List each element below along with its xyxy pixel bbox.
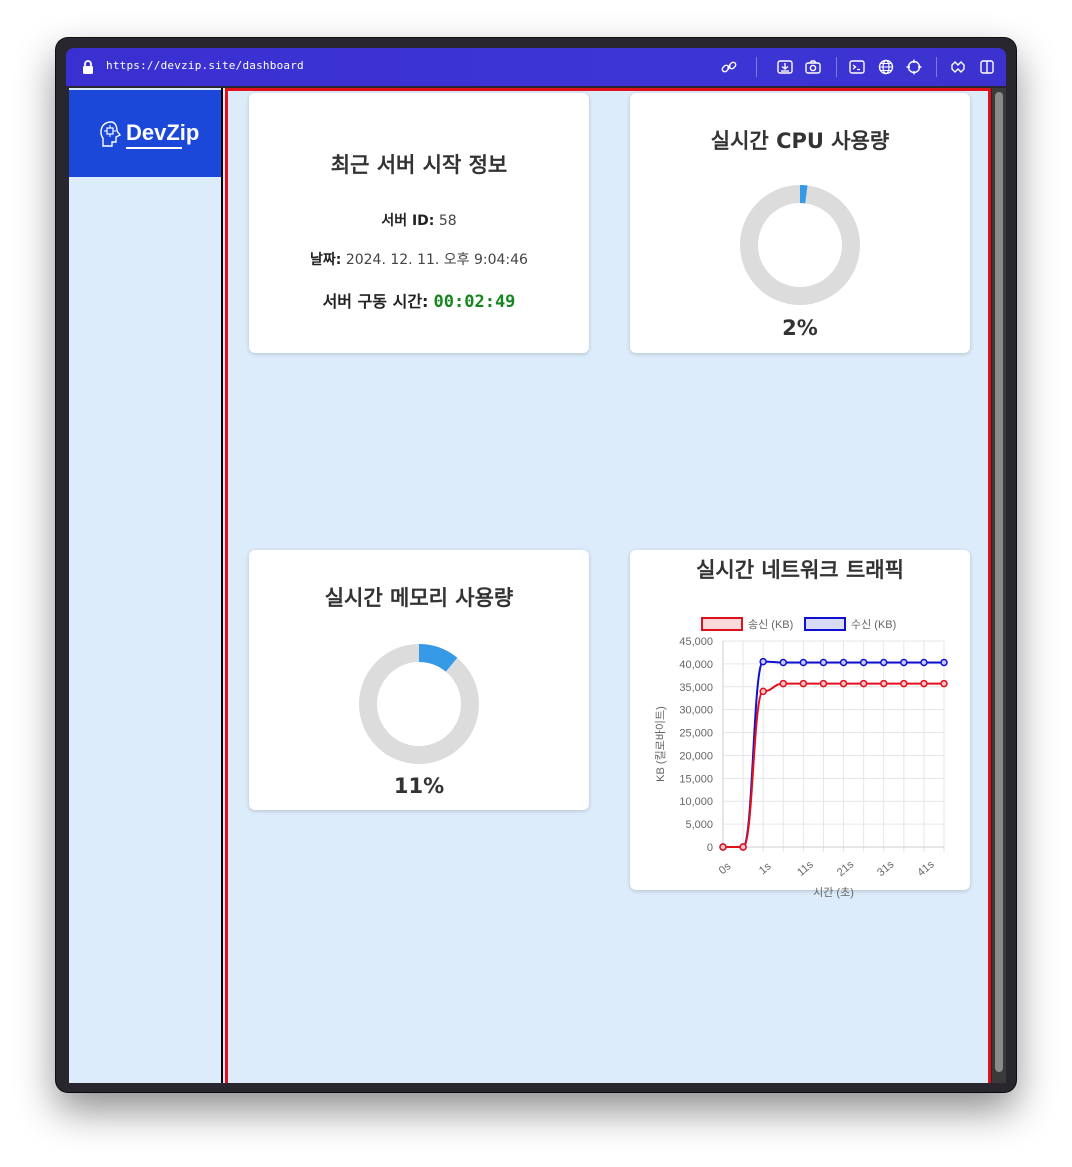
memory-card-title: 실시간 메모리 사용량 [324, 586, 514, 610]
scrollbar[interactable] [992, 88, 1006, 1083]
extension-icon[interactable] [949, 58, 967, 76]
network-traffic-card: 실시간 네트워크 트래픽 송신 (KB) 수신 (KB) 0 5,000 10,000 1… [630, 550, 970, 899]
data-point [879, 679, 888, 688]
data-point [879, 658, 888, 667]
network-line-chart: 송신 (KB) 수신 (KB) 0 5,000 10,000 15,000 20,000 25… [654, 617, 948, 899]
x-tick-label: 11s [795, 858, 816, 878]
data-point [839, 658, 848, 667]
cpu-usage-card: 실시간 CPU 사용량 2% [630, 93, 970, 353]
server-id-value: 58 [438, 213, 457, 229]
logo-text: DevZip [126, 120, 200, 145]
cpu-donut-chart [740, 185, 860, 305]
server-uptime-value: 00:02:49 [433, 292, 516, 312]
data-point [739, 843, 747, 851]
data-point [779, 679, 788, 688]
logo[interactable]: DevZip [69, 90, 221, 177]
logo-underline [126, 147, 182, 149]
data-point [719, 843, 727, 851]
link-icon[interactable] [720, 58, 738, 76]
globe-icon[interactable] [877, 58, 895, 76]
lock-icon [83, 60, 93, 74]
server-date-line: 날짜: 2024. 12. 11. 오후 9:04:46 [249, 249, 589, 269]
data-point [759, 657, 767, 666]
data-point [799, 679, 808, 688]
network-card-title: 실시간 네트워크 트래픽 [696, 558, 904, 582]
terminal-icon[interactable] [848, 58, 866, 76]
y-tick-label: 45,000 [679, 636, 713, 648]
data-point [920, 658, 928, 667]
memory-usage-card: 실시간 메모리 사용량 11% [249, 550, 589, 810]
data-point [900, 679, 908, 688]
page-viewport: DevZip 최근 서버 시작 정보 서버 ID: 58 날짜: 2024. 1… [69, 88, 991, 1083]
x-axis-title: 시간 (초) [813, 886, 854, 899]
data-point [779, 658, 788, 667]
y-tick-label: 30,000 [679, 705, 713, 717]
scrollbar-thumb[interactable] [995, 92, 1003, 1072]
y-tick-label: 40,000 [679, 659, 713, 671]
server-id-label: 서버 ID: [381, 213, 435, 229]
y-tick-label: 5,000 [685, 819, 713, 831]
dashboard-main: 최근 서버 시작 정보 서버 ID: 58 날짜: 2024. 12. 11. … [225, 88, 991, 1083]
x-tick-label: 0s [717, 860, 734, 877]
browser-window: https://devzip.site/dashboard DevZip 최근 … [56, 38, 1016, 1092]
y-axis-title: KB (킬로바이트) [654, 706, 667, 782]
legend-label: 수신 (KB) [851, 618, 896, 631]
data-point [900, 658, 908, 667]
server-card-title: 최근 서버 시작 정보 [330, 153, 508, 177]
server-date-label: 날짜: [310, 252, 342, 268]
data-point [799, 658, 808, 667]
data-point [859, 679, 868, 688]
legend-label: 송신 (KB) [748, 618, 793, 631]
download-screenshot-icon[interactable] [776, 58, 794, 76]
cpu-card-title: 실시간 CPU 사용량 [710, 129, 890, 153]
sidebar: DevZip [69, 88, 223, 1083]
memory-donut-track [359, 644, 479, 764]
x-tick-label: 31s [875, 858, 897, 879]
data-point [839, 679, 848, 688]
server-uptime-label: 서버 구동 시간: [322, 292, 429, 311]
series-line [722, 660, 944, 848]
y-tick-label: 0 [707, 842, 713, 854]
camera-icon[interactable] [804, 58, 822, 76]
url-text[interactable]: https://devzip.site/dashboard [106, 59, 304, 72]
data-point [819, 679, 828, 688]
server-id-line: 서버 ID: 58 [249, 210, 589, 230]
brain-head-icon [100, 121, 122, 147]
server-uptime-line: 서버 구동 시간: 00:02:49 [249, 288, 589, 312]
data-point [759, 687, 767, 696]
y-tick-label: 10,000 [679, 796, 713, 808]
server-date-value: 2024. 12. 11. 오후 9:04:46 [345, 252, 528, 268]
memory-percent-label: 11% [393, 774, 445, 798]
data-point [859, 658, 868, 667]
legend-swatch [701, 617, 743, 631]
data-point [940, 658, 948, 667]
data-point [819, 658, 828, 667]
memory-donut-chart [359, 644, 479, 764]
crosshair-icon[interactable] [905, 58, 923, 76]
y-tick-label: 20,000 [679, 750, 713, 762]
legend-swatch [804, 617, 846, 631]
y-tick-label: 35,000 [679, 682, 713, 694]
cpu-percent-label: 2% [782, 316, 818, 340]
x-tick-label: 21s [835, 858, 857, 879]
y-tick-label: 25,000 [679, 728, 713, 740]
data-point [940, 679, 948, 688]
data-point [920, 679, 928, 688]
server-info-card: 최근 서버 시작 정보 서버 ID: 58 날짜: 2024. 12. 11. … [249, 93, 589, 353]
y-tick-label: 15,000 [679, 773, 713, 785]
x-tick-label: 1s [757, 860, 774, 877]
x-tick-label: 41s [915, 858, 937, 879]
cpu-donut-track [740, 185, 860, 305]
split-view-icon[interactable] [978, 58, 996, 76]
address-bar[interactable]: https://devzip.site/dashboard [66, 48, 1006, 86]
